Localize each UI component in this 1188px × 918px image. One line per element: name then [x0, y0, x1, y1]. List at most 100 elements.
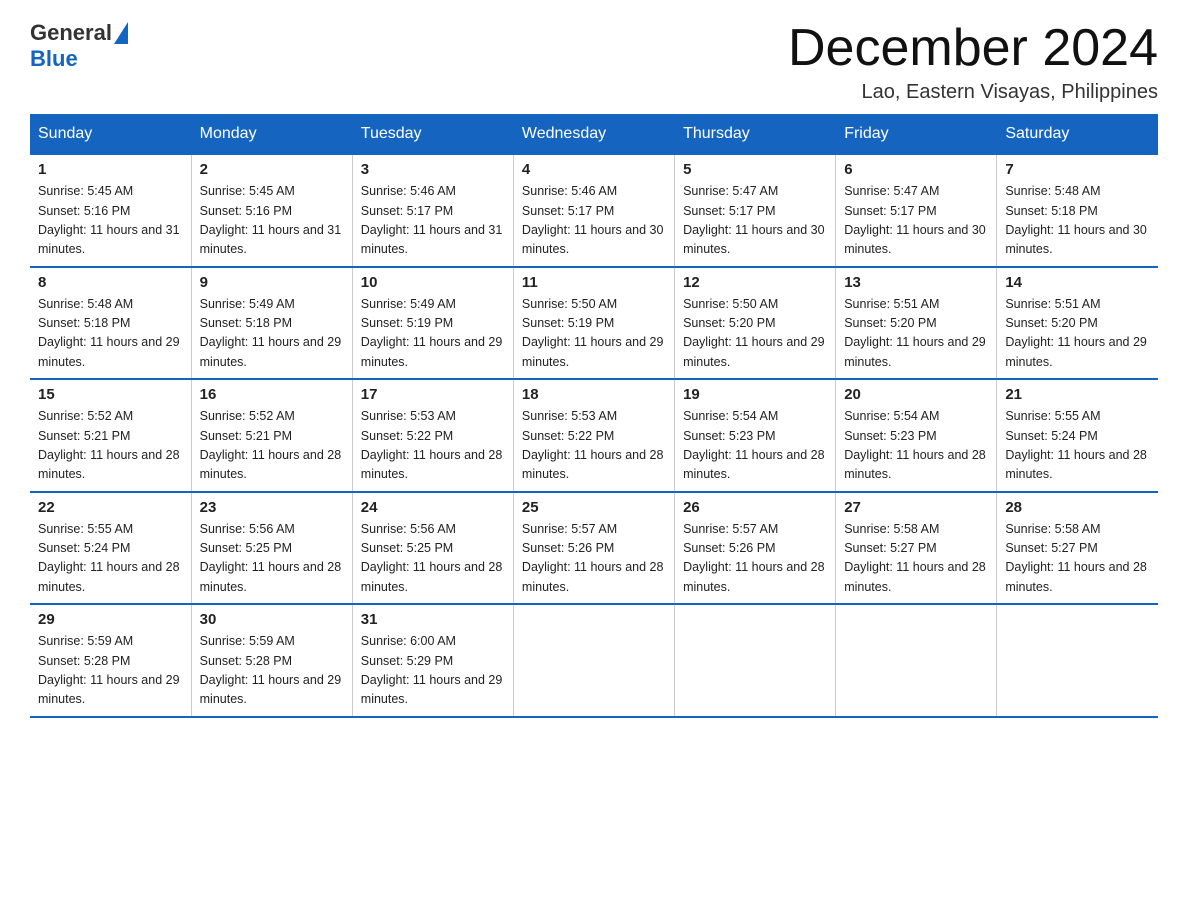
calendar-cell — [675, 604, 836, 717]
day-number: 26 — [683, 499, 827, 516]
day-info: Sunrise: 5:54 AMSunset: 5:23 PMDaylight:… — [683, 407, 827, 485]
day-number: 24 — [361, 499, 505, 516]
day-number: 1 — [38, 161, 183, 178]
day-info: Sunrise: 5:46 AMSunset: 5:17 PMDaylight:… — [522, 182, 666, 260]
calendar-cell: 7 Sunrise: 5:48 AMSunset: 5:18 PMDayligh… — [997, 154, 1158, 267]
calendar-cell: 24 Sunrise: 5:56 AMSunset: 5:25 PMDaylig… — [352, 492, 513, 605]
day-info: Sunrise: 5:50 AMSunset: 5:20 PMDaylight:… — [683, 295, 827, 373]
day-number: 25 — [522, 499, 666, 516]
day-info: Sunrise: 5:50 AMSunset: 5:19 PMDaylight:… — [522, 295, 666, 373]
calendar-cell: 19 Sunrise: 5:54 AMSunset: 5:23 PMDaylig… — [675, 379, 836, 492]
location-subtitle: Lao, Eastern Visayas, Philippines — [788, 81, 1158, 104]
day-number: 30 — [200, 611, 344, 628]
calendar-cell: 4 Sunrise: 5:46 AMSunset: 5:17 PMDayligh… — [513, 154, 674, 267]
logo-blue: Blue — [30, 46, 128, 72]
page-header: General Blue December 2024 Lao, Eastern … — [30, 20, 1158, 104]
weekday-header-tuesday: Tuesday — [352, 115, 513, 155]
day-info: Sunrise: 5:53 AMSunset: 5:22 PMDaylight:… — [522, 407, 666, 485]
day-number: 2 — [200, 161, 344, 178]
day-info: Sunrise: 5:58 AMSunset: 5:27 PMDaylight:… — [844, 520, 988, 598]
calendar-cell: 2 Sunrise: 5:45 AMSunset: 5:16 PMDayligh… — [191, 154, 352, 267]
calendar-cell — [513, 604, 674, 717]
day-number: 14 — [1005, 274, 1150, 291]
weekday-header-sunday: Sunday — [30, 115, 191, 155]
calendar-cell: 23 Sunrise: 5:56 AMSunset: 5:25 PMDaylig… — [191, 492, 352, 605]
calendar-cell: 28 Sunrise: 5:58 AMSunset: 5:27 PMDaylig… — [997, 492, 1158, 605]
day-number: 9 — [200, 274, 344, 291]
day-number: 20 — [844, 386, 988, 403]
calendar-cell — [836, 604, 997, 717]
calendar-cell: 26 Sunrise: 5:57 AMSunset: 5:26 PMDaylig… — [675, 492, 836, 605]
logo: General Blue — [30, 20, 128, 72]
weekday-header-wednesday: Wednesday — [513, 115, 674, 155]
day-info: Sunrise: 5:58 AMSunset: 5:27 PMDaylight:… — [1005, 520, 1150, 598]
calendar-cell: 14 Sunrise: 5:51 AMSunset: 5:20 PMDaylig… — [997, 267, 1158, 380]
day-number: 6 — [844, 161, 988, 178]
day-info: Sunrise: 5:47 AMSunset: 5:17 PMDaylight:… — [683, 182, 827, 260]
day-number: 16 — [200, 386, 344, 403]
calendar-cell: 29 Sunrise: 5:59 AMSunset: 5:28 PMDaylig… — [30, 604, 191, 717]
day-number: 8 — [38, 274, 183, 291]
calendar-cell: 11 Sunrise: 5:50 AMSunset: 5:19 PMDaylig… — [513, 267, 674, 380]
day-number: 10 — [361, 274, 505, 291]
calendar-cell: 20 Sunrise: 5:54 AMSunset: 5:23 PMDaylig… — [836, 379, 997, 492]
day-info: Sunrise: 5:51 AMSunset: 5:20 PMDaylight:… — [844, 295, 988, 373]
day-info: Sunrise: 5:48 AMSunset: 5:18 PMDaylight:… — [1005, 182, 1150, 260]
calendar-cell: 30 Sunrise: 5:59 AMSunset: 5:28 PMDaylig… — [191, 604, 352, 717]
day-number: 27 — [844, 499, 988, 516]
calendar-cell: 8 Sunrise: 5:48 AMSunset: 5:18 PMDayligh… — [30, 267, 191, 380]
calendar-cell: 21 Sunrise: 5:55 AMSunset: 5:24 PMDaylig… — [997, 379, 1158, 492]
day-info: Sunrise: 5:51 AMSunset: 5:20 PMDaylight:… — [1005, 295, 1150, 373]
calendar-week-row: 29 Sunrise: 5:59 AMSunset: 5:28 PMDaylig… — [30, 604, 1158, 717]
day-number: 19 — [683, 386, 827, 403]
day-info: Sunrise: 5:59 AMSunset: 5:28 PMDaylight:… — [200, 632, 344, 710]
calendar-cell: 22 Sunrise: 5:55 AMSunset: 5:24 PMDaylig… — [30, 492, 191, 605]
calendar-cell: 16 Sunrise: 5:52 AMSunset: 5:21 PMDaylig… — [191, 379, 352, 492]
day-info: Sunrise: 5:47 AMSunset: 5:17 PMDaylight:… — [844, 182, 988, 260]
calendar-cell: 18 Sunrise: 5:53 AMSunset: 5:22 PMDaylig… — [513, 379, 674, 492]
day-number: 7 — [1005, 161, 1150, 178]
logo-general: General — [30, 20, 112, 46]
weekday-header-saturday: Saturday — [997, 115, 1158, 155]
day-number: 15 — [38, 386, 183, 403]
day-info: Sunrise: 5:56 AMSunset: 5:25 PMDaylight:… — [361, 520, 505, 598]
calendar-week-row: 15 Sunrise: 5:52 AMSunset: 5:21 PMDaylig… — [30, 379, 1158, 492]
month-title: December 2024 — [788, 20, 1158, 77]
weekday-header-monday: Monday — [191, 115, 352, 155]
calendar-cell: 17 Sunrise: 5:53 AMSunset: 5:22 PMDaylig… — [352, 379, 513, 492]
calendar-cell: 1 Sunrise: 5:45 AMSunset: 5:16 PMDayligh… — [30, 154, 191, 267]
day-number: 18 — [522, 386, 666, 403]
day-info: Sunrise: 5:45 AMSunset: 5:16 PMDaylight:… — [200, 182, 344, 260]
day-info: Sunrise: 5:52 AMSunset: 5:21 PMDaylight:… — [200, 407, 344, 485]
day-info: Sunrise: 5:55 AMSunset: 5:24 PMDaylight:… — [38, 520, 183, 598]
day-info: Sunrise: 5:59 AMSunset: 5:28 PMDaylight:… — [38, 632, 183, 710]
weekday-header-friday: Friday — [836, 115, 997, 155]
title-block: December 2024 Lao, Eastern Visayas, Phil… — [788, 20, 1158, 104]
calendar-cell: 12 Sunrise: 5:50 AMSunset: 5:20 PMDaylig… — [675, 267, 836, 380]
day-number: 29 — [38, 611, 183, 628]
day-number: 11 — [522, 274, 666, 291]
day-number: 22 — [38, 499, 183, 516]
day-info: Sunrise: 5:53 AMSunset: 5:22 PMDaylight:… — [361, 407, 505, 485]
day-info: Sunrise: 5:55 AMSunset: 5:24 PMDaylight:… — [1005, 407, 1150, 485]
day-number: 21 — [1005, 386, 1150, 403]
calendar-cell: 25 Sunrise: 5:57 AMSunset: 5:26 PMDaylig… — [513, 492, 674, 605]
calendar-header-row: SundayMondayTuesdayWednesdayThursdayFrid… — [30, 115, 1158, 155]
calendar-cell: 6 Sunrise: 5:47 AMSunset: 5:17 PMDayligh… — [836, 154, 997, 267]
day-number: 17 — [361, 386, 505, 403]
day-number: 12 — [683, 274, 827, 291]
calendar-week-row: 8 Sunrise: 5:48 AMSunset: 5:18 PMDayligh… — [30, 267, 1158, 380]
calendar-cell: 13 Sunrise: 5:51 AMSunset: 5:20 PMDaylig… — [836, 267, 997, 380]
day-info: Sunrise: 5:57 AMSunset: 5:26 PMDaylight:… — [683, 520, 827, 598]
day-info: Sunrise: 5:49 AMSunset: 5:18 PMDaylight:… — [200, 295, 344, 373]
day-info: Sunrise: 5:46 AMSunset: 5:17 PMDaylight:… — [361, 182, 505, 260]
day-number: 3 — [361, 161, 505, 178]
calendar-cell: 10 Sunrise: 5:49 AMSunset: 5:19 PMDaylig… — [352, 267, 513, 380]
calendar-cell: 5 Sunrise: 5:47 AMSunset: 5:17 PMDayligh… — [675, 154, 836, 267]
day-number: 28 — [1005, 499, 1150, 516]
calendar-cell: 15 Sunrise: 5:52 AMSunset: 5:21 PMDaylig… — [30, 379, 191, 492]
calendar-cell: 31 Sunrise: 6:00 AMSunset: 5:29 PMDaylig… — [352, 604, 513, 717]
day-number: 23 — [200, 499, 344, 516]
day-number: 13 — [844, 274, 988, 291]
calendar-week-row: 1 Sunrise: 5:45 AMSunset: 5:16 PMDayligh… — [30, 154, 1158, 267]
